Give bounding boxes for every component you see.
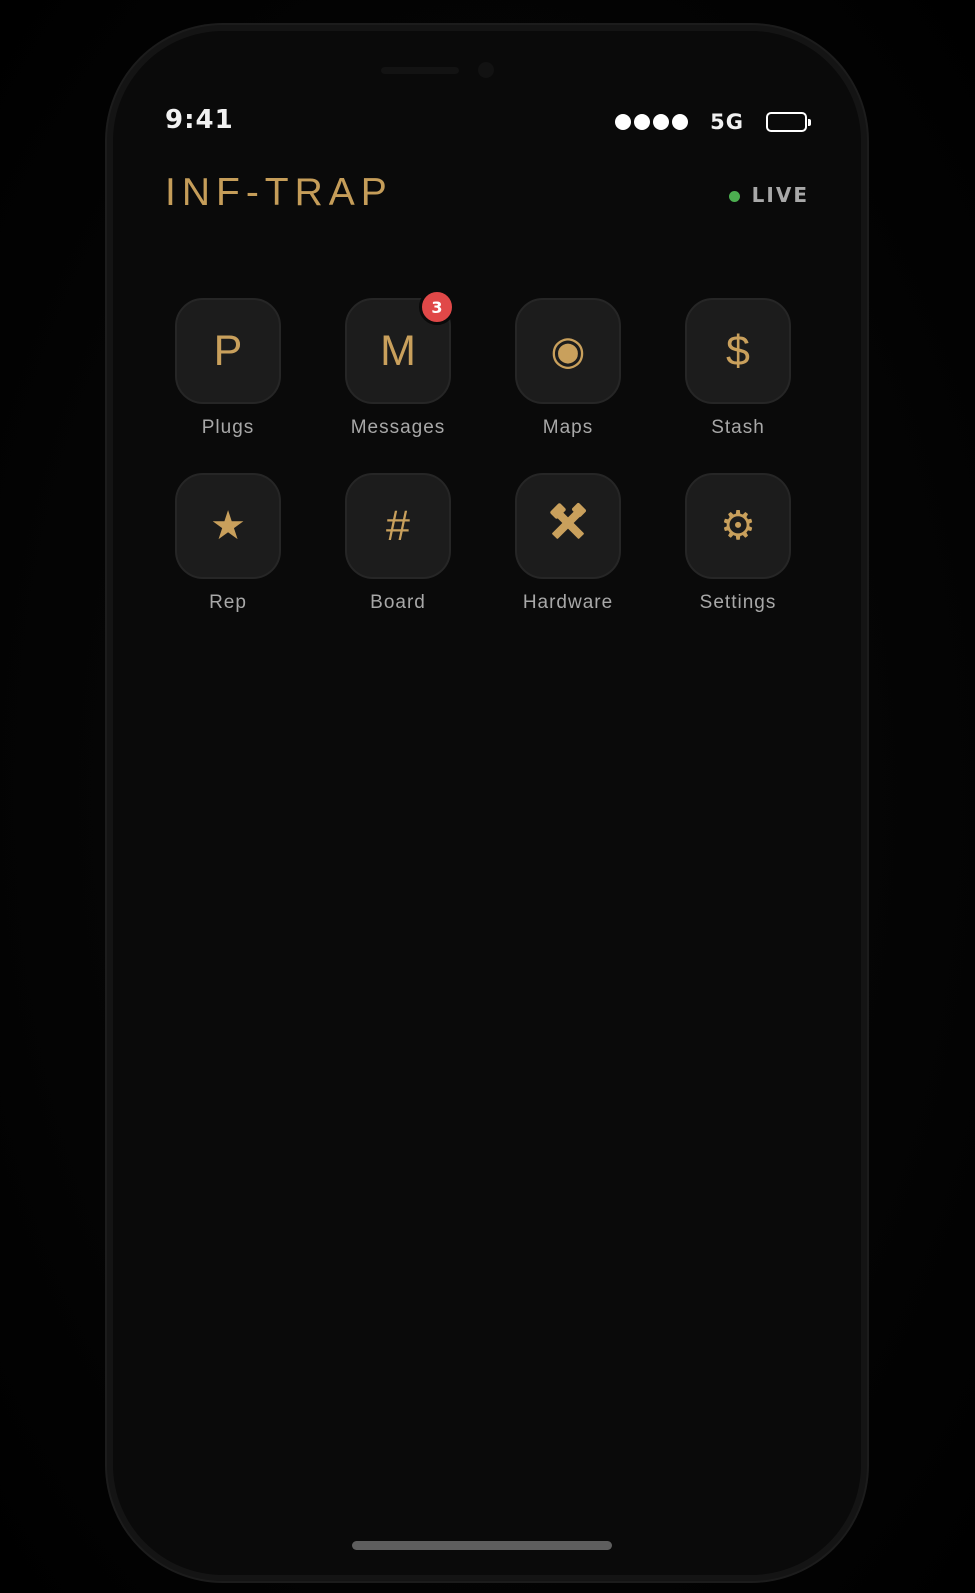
signal-dot — [615, 114, 632, 130]
status-indicators: 5G — [615, 110, 811, 134]
signal-dot — [634, 114, 651, 130]
live-indicator: LIVE — [728, 183, 809, 207]
battery-icon — [766, 112, 811, 132]
signal-dot — [672, 114, 689, 130]
app-icon-tile[interactable]: $ — [685, 298, 791, 404]
app-plugs[interactable]: P Plugs — [173, 298, 283, 439]
app-icon-tile[interactable]: P — [175, 298, 281, 404]
app-label: Hardware — [522, 592, 614, 613]
app-label: Messages — [350, 417, 446, 438]
plugs-icon: P — [213, 326, 243, 375]
speaker-grille — [381, 67, 459, 74]
app-icon-tile[interactable]: M 3 — [345, 289, 455, 404]
app-icon-tile[interactable]: ★ — [175, 473, 281, 579]
star-icon: ★ — [210, 503, 246, 549]
front-camera — [478, 62, 494, 78]
app-maps[interactable]: ◉ Maps — [513, 298, 623, 439]
network-type: 5G — [710, 110, 744, 134]
app-icon-tile[interactable] — [515, 473, 621, 579]
app-icon-tile[interactable]: ⚙ — [685, 473, 791, 579]
app-label: Rep — [209, 592, 247, 613]
app-label: Settings — [699, 592, 777, 613]
app-title: INF-TRAP — [165, 171, 393, 214]
app-rep[interactable]: ★ Rep — [173, 473, 283, 614]
app-label: Board — [370, 592, 426, 613]
gear-icon: ⚙ — [720, 503, 756, 549]
notification-badge: 3 — [419, 289, 455, 325]
app-icon-tile[interactable]: # — [345, 473, 451, 579]
app-icon-tile[interactable]: ◉ — [515, 298, 621, 404]
app-board[interactable]: # Board — [343, 473, 453, 614]
maps-icon: ◉ — [550, 328, 586, 374]
signal-strength-icon — [615, 114, 689, 130]
app-label: Stash — [711, 417, 765, 438]
tools-icon — [547, 502, 589, 551]
tools-icon-svg — [550, 502, 586, 539]
stage-background: 9:41 5G INF-TRAP LIVE P Plugs M 3 Messag… — [0, 0, 975, 1593]
app-label: Plugs — [201, 417, 255, 438]
app-settings[interactable]: ⚙ Settings — [683, 473, 793, 614]
stash-icon: $ — [726, 326, 750, 375]
signal-dot — [653, 114, 670, 130]
app-stash[interactable]: $ Stash — [683, 298, 793, 439]
status-time: 9:41 — [165, 105, 234, 135]
messages-icon: M — [380, 326, 416, 375]
live-label: LIVE — [751, 183, 809, 207]
app-grid: P Plugs M 3 Messages ◉ Maps $ Stash ★ Re… — [173, 289, 803, 614]
live-status-dot-icon — [728, 191, 740, 202]
home-indicator[interactable] — [352, 1541, 612, 1550]
board-icon: # — [386, 501, 410, 550]
app-label: Maps — [542, 417, 594, 438]
app-messages[interactable]: M 3 Messages — [343, 289, 455, 439]
phone-frame: 9:41 5G INF-TRAP LIVE P Plugs M 3 Messag… — [113, 31, 861, 1575]
app-hardware[interactable]: Hardware — [513, 473, 623, 614]
